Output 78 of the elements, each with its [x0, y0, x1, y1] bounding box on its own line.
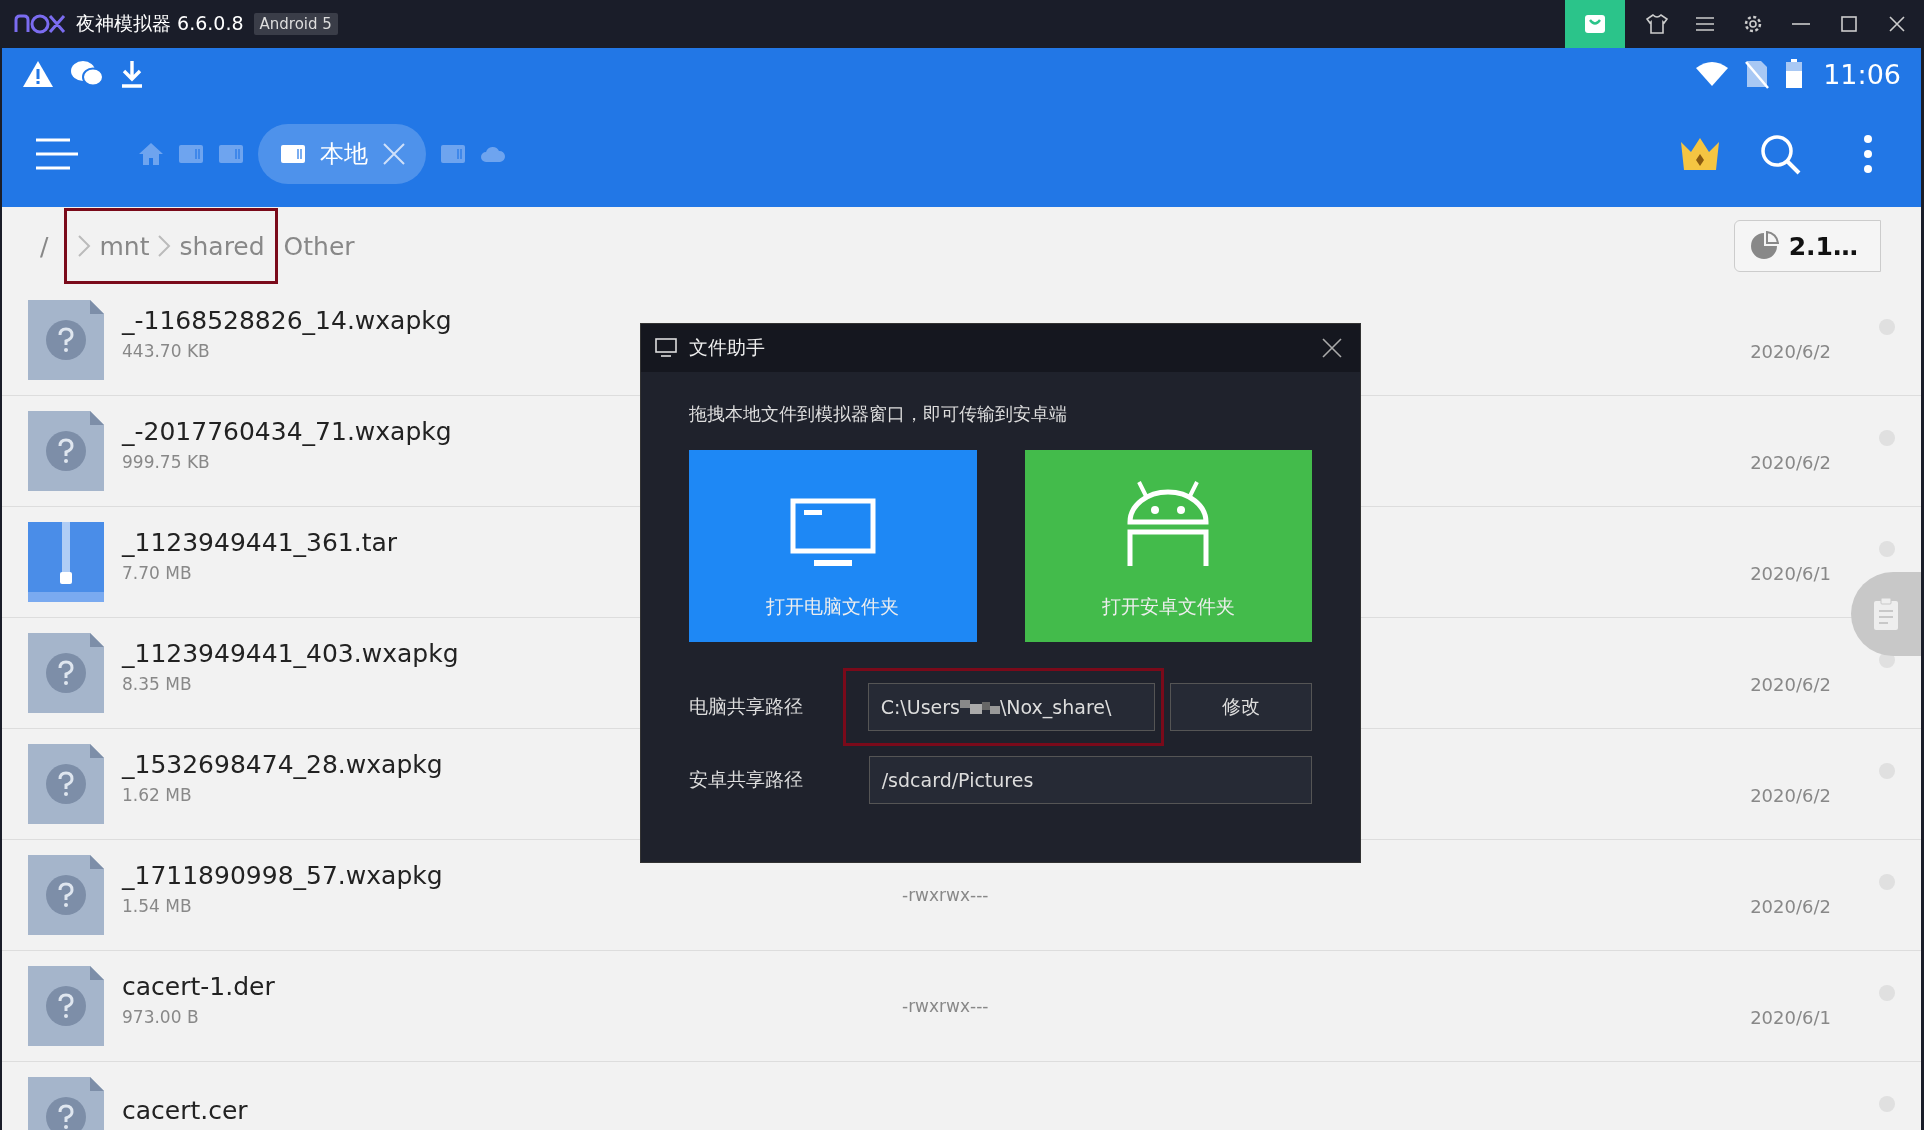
- close-icon[interactable]: [382, 141, 406, 166]
- no-sim-icon: [1745, 59, 1770, 89]
- minimize-icon: [1792, 22, 1810, 26]
- file-name: _1532698474_28.wxapkg: [122, 749, 443, 779]
- download-icon: [120, 59, 144, 89]
- menu-icon: [1695, 16, 1715, 32]
- file-name: _-1168528826_14.wxapkg: [122, 305, 452, 335]
- unknown-file-icon: [28, 411, 104, 491]
- warning-icon: [22, 60, 54, 88]
- file-size: 1.54 MB: [122, 895, 192, 916]
- sd-card-icon[interactable]: [280, 142, 306, 165]
- home-icon[interactable]: [138, 141, 164, 166]
- file-name: _1711890998_57.wxapkg: [122, 860, 443, 890]
- more-icon[interactable]: [1863, 133, 1873, 174]
- version-badge: Android 5: [253, 13, 338, 35]
- shop-button[interactable]: [1565, 0, 1625, 48]
- file-date: 2020/6/2: [1750, 673, 1831, 695]
- shirt-icon: [1646, 14, 1668, 34]
- battery-icon: [1785, 59, 1804, 89]
- file-size: 443.70 KB: [122, 340, 210, 361]
- dialog-hint: 拖拽本地文件到模拟器窗口，即可传输到安卓端: [689, 402, 1068, 426]
- archive-file-icon: [28, 522, 104, 602]
- file-permissions: -rwxrwx---: [902, 996, 990, 1016]
- close-icon: [1889, 16, 1905, 32]
- chevron-icon: [77, 234, 92, 258]
- file-date: 2020/6/2: [1750, 340, 1831, 362]
- file-date: 2020/6/1: [1750, 562, 1831, 584]
- file-row[interactable]: cacert-1.der 973.00 B -rwxrwx--- 2020/6/1: [2, 951, 1921, 1062]
- file-size: 8.35 MB: [122, 673, 192, 694]
- unknown-file-icon: [28, 966, 104, 1046]
- menu-icon[interactable]: [36, 137, 78, 170]
- android-icon: [1125, 478, 1212, 568]
- sd-card-icon[interactable]: [178, 142, 204, 165]
- sd-card-icon[interactable]: [218, 142, 244, 165]
- app-logo: [14, 14, 66, 34]
- monitor-icon: [789, 498, 876, 568]
- pc-path-label: 电脑共享路径: [689, 694, 804, 719]
- file-name: cacert-1.der: [122, 971, 275, 1001]
- file-date: 2020/6/2: [1750, 451, 1831, 473]
- app-title: 夜神模拟器 6.6.0.8: [76, 11, 244, 36]
- wifi-icon: [1695, 61, 1730, 87]
- file-size: 7.70 MB: [122, 562, 192, 583]
- android-path-label: 安卓共享路径: [689, 767, 804, 792]
- clipboard-icon: [1873, 597, 1899, 631]
- file-date: 2020/6/1: [1750, 1006, 1831, 1028]
- file-date: 2020/6/2: [1750, 895, 1831, 917]
- chevron-icon: [157, 234, 172, 258]
- file-size: 999.75 KB: [122, 451, 210, 472]
- android-path-field[interactable]: /sdcard/Pictures: [868, 756, 1312, 804]
- unknown-file-icon: [28, 744, 104, 824]
- file-name: _-2017760434_71.wxapkg: [122, 416, 452, 446]
- monitor-icon: [655, 338, 677, 358]
- search-icon[interactable]: [1759, 132, 1801, 175]
- close-icon: [1322, 338, 1342, 358]
- bag-icon: [1584, 14, 1606, 34]
- file-name: cacert.cer: [122, 1095, 248, 1125]
- pie-chart-icon: [1748, 231, 1779, 261]
- pc-path-field[interactable]: C:\Users \Nox_share\: [867, 683, 1155, 731]
- file-permissions: -rwxrwx---: [902, 885, 990, 905]
- storage-chip[interactable]: 2.1…: [1733, 220, 1881, 272]
- unknown-file-icon: [28, 633, 104, 713]
- file-date: 2020/6/2: [1750, 784, 1831, 806]
- settings-icon: [1743, 14, 1763, 34]
- file-size: 973.00 B: [122, 1006, 199, 1027]
- file-row[interactable]: cacert.cer: [2, 1062, 1921, 1130]
- unknown-file-icon: [28, 300, 104, 380]
- maximize-icon: [1841, 16, 1857, 32]
- sd-card-icon[interactable]: [440, 142, 466, 165]
- file-size: 1.62 MB: [122, 784, 192, 805]
- change-button[interactable]: 修改: [1169, 683, 1312, 731]
- chat-icon: [70, 60, 104, 88]
- redaction-mark: [959, 698, 1000, 716]
- clock: 11:06: [1823, 58, 1901, 90]
- dialog-title: 文件助手: [689, 335, 765, 360]
- clipboard-button[interactable]: [1851, 572, 1921, 656]
- file-name: _1123949441_361.tar: [122, 527, 398, 557]
- unknown-file-icon: [28, 855, 104, 935]
- file-name: _1123949441_403.wxapkg: [122, 638, 459, 668]
